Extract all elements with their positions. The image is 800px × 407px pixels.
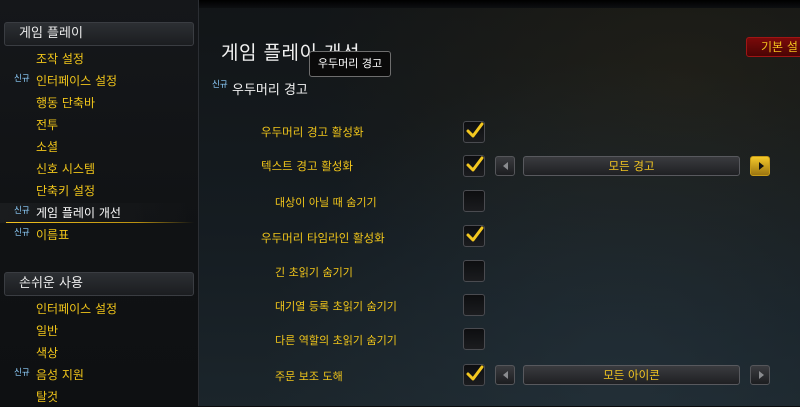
arrow-right-icon — [759, 371, 764, 379]
sidebar-item-label: 소셜 — [36, 140, 59, 154]
sidebar-item-label: 단축키 설정 — [36, 184, 96, 198]
sidebar-item-label: 신호 시스템 — [36, 162, 96, 176]
sidebar-item-label: 탈것 — [36, 390, 59, 404]
sidebar-item-label: 이름표 — [36, 228, 70, 242]
option-label-hide-long-countdowns: 긴 초읽기 숨기기 — [275, 266, 353, 279]
sidebar-item-gameplay-enhancements[interactable]: 신규 게임 플레이 개선 — [0, 203, 196, 223]
arrow-right-icon — [759, 162, 764, 170]
option-label-hide-other-role-countdowns: 다른 역할의 초읽기 숨기기 — [275, 334, 397, 347]
option-label-text-warnings: 텍스트 경고 활성화 — [261, 159, 353, 173]
section-title: 우두머리 경고 — [232, 83, 308, 98]
sidebar-item-combat[interactable]: 전투 — [0, 115, 196, 135]
sidebar-section-header-gameplay[interactable]: 게임 플레이 — [4, 22, 194, 46]
next-icon-button[interactable] — [750, 365, 770, 385]
spell-diagrams-dropdown[interactable]: 모든 아이콘 — [523, 365, 740, 385]
sidebar-item-accessibility-interface[interactable]: 인터페이스 설정 — [0, 299, 196, 319]
tooltip: 우두머리 경고 — [309, 51, 391, 77]
arrow-left-icon — [503, 371, 508, 379]
sidebar-item-nameplates[interactable]: 신규 이름표 — [0, 225, 196, 245]
option-label-boss-timeline: 우두머리 타임라인 활성화 — [261, 231, 385, 245]
sidebar-item-label: 음성 지원 — [36, 368, 84, 382]
sidebar-item-keybindings[interactable]: 단축키 설정 — [0, 181, 196, 201]
checkmark-icon — [466, 122, 484, 138]
checkbox-text-warnings[interactable] — [463, 155, 485, 177]
new-badge: 신규 — [14, 206, 30, 216]
sidebar-item-label: 전투 — [36, 118, 59, 132]
sidebar: 게임 플레이 조작 설정 신규 인터페이스 설정 행동 단축바 전투 소셜 신호… — [0, 0, 199, 406]
next-warning-button[interactable] — [750, 156, 770, 176]
sidebar-item-label: 인터페이스 설정 — [36, 74, 118, 88]
option-label-spell-diagrams: 주문 보조 도해 — [275, 370, 343, 383]
new-badge: 신규 — [212, 80, 228, 90]
sidebar-item-mounts[interactable]: 탈것 — [0, 387, 196, 407]
new-badge: 신규 — [14, 228, 30, 238]
checkmark-icon — [466, 365, 484, 381]
checkbox-boss-warnings[interactable] — [463, 121, 485, 143]
prev-warning-button[interactable] — [495, 156, 515, 176]
new-badge: 신규 — [14, 368, 30, 378]
checkbox-hide-long-countdowns[interactable] — [463, 260, 485, 282]
arrow-left-icon — [503, 162, 508, 170]
checkbox-hide-when-not-targeted[interactable] — [463, 190, 485, 212]
sidebar-item-label: 행동 단축바 — [36, 96, 96, 110]
text-warnings-dropdown[interactable]: 모든 경고 — [523, 156, 740, 176]
sidebar-item-label: 색상 — [36, 346, 59, 360]
sidebar-item-speech[interactable]: 신규 음성 지원 — [0, 365, 196, 385]
checkbox-hide-queue-countdowns[interactable] — [463, 294, 485, 316]
sidebar-section-header-accessibility[interactable]: 손쉬운 사용 — [4, 272, 194, 296]
top-border — [199, 0, 800, 8]
default-settings-button[interactable]: 기본 설 — [746, 37, 800, 57]
sidebar-item-interface-settings[interactable]: 신규 인터페이스 설정 — [0, 71, 196, 91]
sidebar-item-label: 조작 설정 — [36, 52, 84, 66]
sidebar-item-ping-system[interactable]: 신호 시스템 — [0, 159, 196, 179]
sidebar-item-label: 인터페이스 설정 — [36, 302, 118, 316]
sidebar-item-colors[interactable]: 색상 — [0, 343, 196, 363]
checkmark-icon — [466, 226, 484, 242]
checkbox-spell-diagrams[interactable] — [463, 364, 485, 386]
settings-panel: 게임 플레이 개선 기본 설 신규 우두머리 경고 우두머리 경고 활성화 텍스… — [199, 0, 800, 406]
option-label-hide-queue-countdowns: 대기열 등록 초읽기 숨기기 — [275, 300, 397, 313]
checkbox-hide-other-role-countdowns[interactable] — [463, 328, 485, 350]
sidebar-item-social[interactable]: 소셜 — [0, 137, 196, 157]
checkmark-icon — [466, 156, 484, 172]
sidebar-item-label: 게임 플레이 개선 — [36, 206, 121, 220]
sidebar-item-label: 일반 — [36, 324, 59, 338]
new-badge: 신규 — [14, 74, 30, 84]
sidebar-item-controls[interactable]: 조작 설정 — [0, 49, 196, 69]
sidebar-item-general[interactable]: 일반 — [0, 321, 196, 341]
option-label-hide-when-not-targeted: 대상이 아닐 때 숨기기 — [275, 196, 377, 209]
prev-icon-button[interactable] — [495, 365, 515, 385]
option-label-boss-warnings: 우두머리 경고 활성화 — [261, 125, 364, 139]
checkbox-boss-timeline[interactable] — [463, 225, 485, 247]
sidebar-item-action-bars[interactable]: 행동 단축바 — [0, 93, 196, 113]
